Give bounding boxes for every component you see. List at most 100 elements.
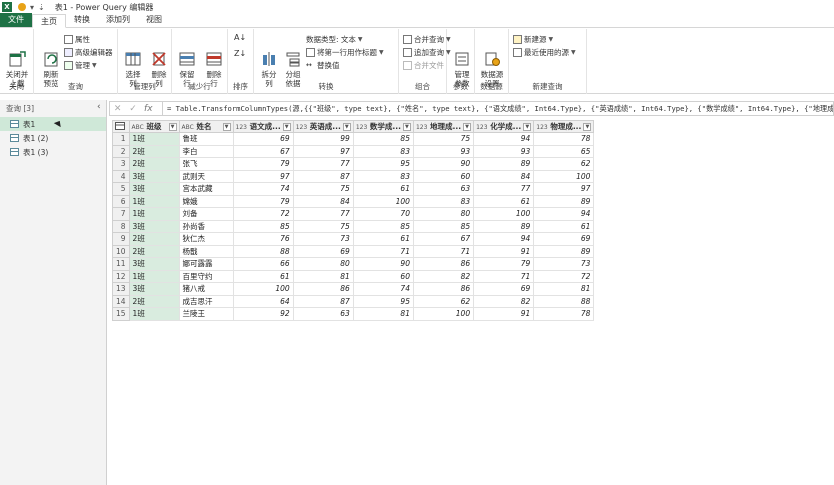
row-number[interactable]: 14	[112, 294, 130, 308]
table-cell[interactable]: 杨戬	[178, 244, 234, 258]
table-cell[interactable]: 79	[232, 194, 294, 208]
table-cell[interactable]: 2班	[128, 157, 180, 171]
table-cell[interactable]: 77	[292, 207, 354, 221]
table-row[interactable]: 6 1班 嫦娥 79 84 100 83 61 89	[112, 194, 595, 208]
table-cell[interactable]: 95	[352, 294, 414, 308]
table-cell[interactable]: 69	[533, 232, 595, 246]
table-cell[interactable]: 90	[352, 257, 414, 271]
table-cell[interactable]: 71	[412, 244, 475, 258]
table-row[interactable]: 7 1班 刘备 72 77 70 80 100 94	[112, 207, 595, 221]
column-header[interactable]: 123 数学成... ▼	[352, 120, 414, 133]
table-cell[interactable]: 87	[292, 294, 354, 308]
table-cell[interactable]: 85	[232, 219, 294, 233]
table-cell[interactable]: 1班	[128, 307, 180, 321]
table-cell[interactable]: 76	[232, 232, 294, 246]
table-cell[interactable]: 宫本武藏	[178, 182, 234, 196]
column-header[interactable]: 123 语文成... ▼	[232, 120, 294, 133]
row-number[interactable]: 12	[112, 269, 130, 283]
table-cell[interactable]: 2班	[128, 244, 180, 258]
table-cell[interactable]: 85	[412, 219, 475, 233]
table-cell[interactable]: 87	[292, 169, 354, 183]
tab-view[interactable]: 视图	[138, 13, 170, 27]
table-cell[interactable]: 62	[412, 294, 475, 308]
table-cell[interactable]: 61	[352, 182, 414, 196]
table-cell[interactable]: 61	[232, 269, 294, 283]
table-cell[interactable]: 78	[533, 307, 595, 321]
qa-customize-icon[interactable]: ⇣	[38, 3, 45, 12]
filter-dropdown-icon[interactable]: ▼	[342, 122, 351, 131]
table-cell[interactable]: 91	[473, 307, 535, 321]
table-cell[interactable]: 84	[292, 194, 354, 208]
filter-dropdown-icon[interactable]: ▼	[402, 122, 411, 131]
table-cell[interactable]: 71	[352, 244, 414, 258]
properties-button[interactable]: 属性	[64, 34, 90, 45]
table-cell[interactable]: 89	[533, 194, 595, 208]
query-item-3[interactable]: 表1 (3)	[0, 145, 106, 159]
data-source-settings-button[interactable]: 数据源 设置	[477, 32, 507, 88]
table-cell[interactable]: 李白	[178, 144, 234, 158]
table-row[interactable]: 8 3班 孙尚香 85 75 85 85 89 61	[112, 219, 595, 233]
table-cell[interactable]: 3班	[128, 257, 180, 271]
table-cell[interactable]: 66	[232, 257, 294, 271]
table-cell[interactable]: 94	[473, 232, 535, 246]
row-number[interactable]: 4	[112, 169, 130, 183]
table-cell[interactable]: 75	[292, 182, 354, 196]
table-cell[interactable]: 78	[533, 132, 595, 146]
table-cell[interactable]: 89	[473, 157, 535, 171]
table-cell[interactable]: 74	[352, 282, 414, 296]
table-cell[interactable]: 100	[352, 194, 414, 208]
table-row[interactable]: 1 1班 鲁班 69 99 85 75 94 78	[112, 132, 595, 146]
table-cell[interactable]: 94	[533, 207, 595, 221]
row-number[interactable]: 7	[112, 207, 130, 221]
table-cell[interactable]: 狄仁杰	[178, 232, 234, 246]
sort-ascending-button[interactable]: A↓	[234, 33, 246, 42]
table-cell[interactable]: 3班	[128, 282, 180, 296]
table-cell[interactable]: 60	[352, 269, 414, 283]
append-queries-button[interactable]: 追加查询 ▼	[403, 47, 451, 58]
table-cell[interactable]: 80	[412, 207, 475, 221]
table-cell[interactable]: 武则天	[178, 169, 234, 183]
table-cell[interactable]: 84	[473, 169, 535, 183]
select-all-corner[interactable]	[112, 120, 130, 133]
table-cell[interactable]: 2班	[128, 144, 180, 158]
table-cell[interactable]: 97	[232, 169, 294, 183]
table-cell[interactable]: 1班	[128, 194, 180, 208]
row-number[interactable]: 9	[112, 232, 130, 246]
table-cell[interactable]: 74	[232, 182, 294, 196]
table-row[interactable]: 13 3班 猪八戒 100 86 74 86 69 81	[112, 282, 595, 296]
merge-queries-button[interactable]: 合并查询 ▼	[403, 34, 451, 45]
table-cell[interactable]: 97	[292, 144, 354, 158]
column-header[interactable]: 123 化学成... ▼	[473, 120, 535, 133]
close-and-load-button[interactable]: 关闭并 上载	[2, 32, 32, 88]
table-cell[interactable]: 73	[533, 257, 595, 271]
table-cell[interactable]: 75	[292, 219, 354, 233]
filter-dropdown-icon[interactable]: ▼	[222, 122, 231, 131]
table-cell[interactable]: 83	[352, 169, 414, 183]
collapse-pane-icon[interactable]: ‹	[97, 102, 101, 112]
table-cell[interactable]: 79	[473, 257, 535, 271]
table-cell[interactable]: 63	[292, 307, 354, 321]
table-cell[interactable]: 孙尚香	[178, 219, 234, 233]
data-type-dropdown[interactable]: 数据类型: 文本 ▼	[306, 34, 363, 45]
table-row[interactable]: 14 2班 成吉思汗 64 87 95 62 82 88	[112, 294, 595, 308]
row-number[interactable]: 2	[112, 144, 130, 158]
table-cell[interactable]: 61	[533, 219, 595, 233]
row-number[interactable]: 5	[112, 182, 130, 196]
table-cell[interactable]: 张飞	[178, 157, 234, 171]
table-cell[interactable]: 85	[352, 132, 414, 146]
table-cell[interactable]: 71	[473, 269, 535, 283]
table-row[interactable]: 11 3班 娜可露露 66 80 90 86 79 73	[112, 257, 595, 271]
table-cell[interactable]: 93	[473, 144, 535, 158]
table-cell[interactable]: 成吉思汗	[178, 294, 234, 308]
table-cell[interactable]: 95	[352, 157, 414, 171]
filter-dropdown-icon[interactable]: ▼	[282, 122, 291, 131]
row-number[interactable]: 8	[112, 219, 130, 233]
table-cell[interactable]: 69	[292, 244, 354, 258]
table-cell[interactable]: 77	[292, 157, 354, 171]
filter-dropdown-icon[interactable]: ▼	[463, 122, 472, 131]
advanced-editor-button[interactable]: 高级编辑器	[64, 47, 113, 58]
table-cell[interactable]: 89	[473, 219, 535, 233]
table-cell[interactable]: 86	[292, 282, 354, 296]
table-cell[interactable]: 81	[292, 269, 354, 283]
filter-dropdown-icon[interactable]: ▼	[523, 122, 532, 131]
